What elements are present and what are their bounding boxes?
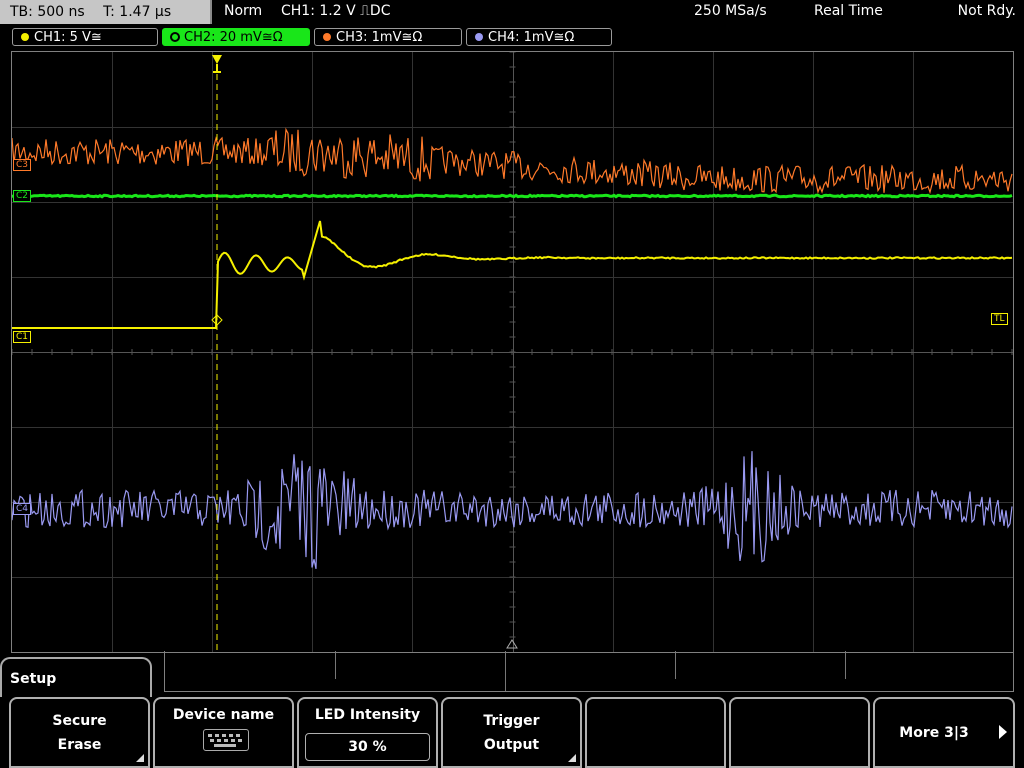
keyboard-icon — [203, 729, 249, 751]
status-bar: TB: 500 ns T: 1.47 µs Norm CH1: 1.2 V ⎍D… — [0, 0, 1024, 26]
trigger-position-icon[interactable] — [212, 55, 222, 73]
ch4-label: CH4: 1mV≅Ω — [488, 30, 575, 45]
secure-erase-button[interactable]: Secure Erase — [9, 697, 150, 768]
trace-ch4 — [12, 451, 1013, 570]
trigger-output-button[interactable]: Trigger Output — [441, 697, 582, 768]
ch1-label: CH1: 5 V≅ — [34, 30, 102, 45]
ch3-color-dot — [323, 33, 331, 41]
trace-ch1 — [12, 220, 1013, 329]
ch3-offset-marker[interactable]: C3 — [13, 159, 32, 171]
more-label: More 3|3 — [899, 725, 969, 741]
sample-rate: 250 MSa/s — [694, 3, 767, 19]
zoom-divider — [845, 651, 846, 679]
ch2-label: CH2: 20 mV≅Ω — [184, 30, 283, 45]
waveform-display[interactable] — [11, 51, 1014, 653]
ch3-label: CH3: 1mV≅Ω — [336, 30, 423, 45]
horizontal-center-icon — [506, 639, 518, 649]
channel-tab-ch3[interactable]: CH3: 1mV≅Ω — [314, 28, 462, 46]
trigger-mode: Norm — [224, 3, 263, 19]
zoom-divider — [335, 651, 336, 679]
channel-tab-ch1[interactable]: CH1: 5 V≅ — [12, 28, 158, 46]
timebase-box[interactable]: TB: 500 ns T: 1.47 µs — [0, 0, 212, 24]
trigger-output-label-1: Trigger — [483, 713, 540, 729]
trigger-time-value: T: 1.47 µs — [103, 4, 172, 20]
more-button[interactable]: More 3|3 — [873, 697, 1015, 768]
trigger-source: CH1: 1.2 V ⎍DC — [281, 3, 391, 19]
led-intensity-label: LED Intensity — [314, 707, 421, 723]
ch1-offset-marker[interactable]: C1 — [13, 331, 32, 343]
channel-tab-ch2[interactable]: CH2: 20 mV≅Ω — [162, 28, 310, 46]
empty-softkey-6[interactable] — [729, 697, 870, 768]
acquisition-mode: Real Time — [814, 3, 883, 19]
ch2-offset-marker[interactable]: C2 — [13, 190, 32, 202]
trigger-level-marker[interactable]: TL — [991, 313, 1008, 325]
trigger-state: Not Rdy. — [957, 3, 1016, 19]
empty-softkey-5[interactable] — [585, 697, 726, 768]
trigger-output-label-2: Output — [483, 737, 540, 753]
ch4-color-dot — [475, 33, 483, 41]
menu-title-tab: Setup — [0, 657, 152, 697]
secure-erase-label-1: Secure — [52, 713, 107, 729]
led-intensity-value[interactable]: 30 % — [305, 733, 430, 761]
next-page-arrow-icon — [999, 725, 1007, 739]
submenu-corner-icon — [568, 754, 576, 762]
ch1-color-dot — [21, 33, 29, 41]
zoom-divider — [505, 651, 506, 691]
device-name-button[interactable]: Device name — [153, 697, 294, 768]
graticule — [12, 52, 1013, 652]
trace-ch3 — [12, 127, 1013, 195]
menu-title: Setup — [10, 671, 57, 687]
secure-erase-label-2: Erase — [57, 737, 102, 753]
device-name-label: Device name — [172, 707, 275, 723]
led-intensity-button[interactable]: LED Intensity 30 % — [297, 697, 438, 768]
zoom-strip — [164, 651, 1014, 692]
submenu-corner-icon — [136, 754, 144, 762]
waveform-canvas — [12, 52, 1013, 652]
zoom-divider — [675, 651, 676, 679]
channel-tab-ch4[interactable]: CH4: 1mV≅Ω — [466, 28, 612, 46]
ch2-color-dot — [171, 33, 179, 41]
trace-ch2 — [12, 193, 1013, 199]
ch4-offset-marker[interactable]: C4 — [13, 503, 32, 515]
timebase-value: TB: 500 ns — [10, 4, 85, 20]
